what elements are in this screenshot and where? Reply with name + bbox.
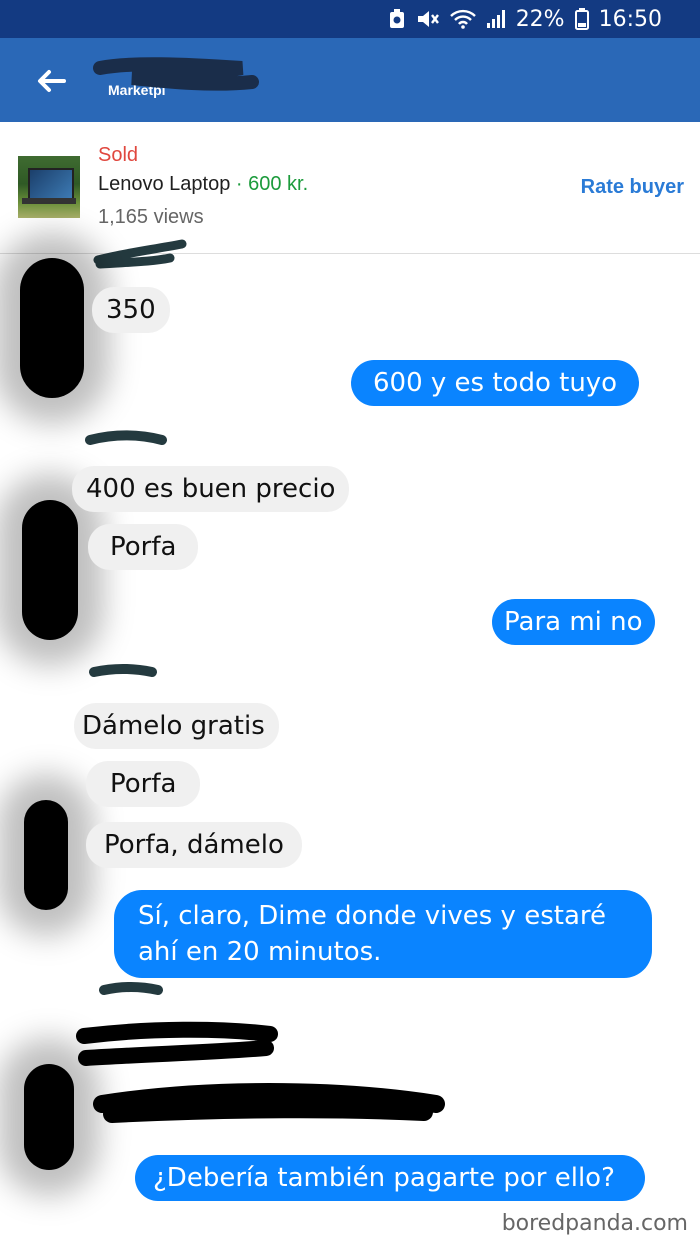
buyer-avatar[interactable]	[24, 1064, 74, 1170]
clock: 16:50	[598, 6, 662, 32]
redaction-scribble	[93, 57, 259, 91]
message-bubble: Porfa	[86, 761, 201, 807]
back-button[interactable]	[26, 56, 76, 106]
listing-card[interactable]: Sold Lenovo Laptop · 600 kr. 1,165 views…	[0, 122, 700, 254]
message-bubble: 400 es buen precio	[72, 466, 350, 512]
message-bubble: 350	[92, 287, 170, 333]
message-bubble: 600 y es todo tuyo	[351, 360, 640, 406]
laptop-screen	[28, 168, 74, 200]
redacted-name	[89, 664, 157, 677]
listing-title-line: Lenovo Laptop · 600 kr.	[98, 173, 308, 196]
back-arrow-icon	[38, 70, 66, 92]
listing-price: 600 kr.	[248, 173, 309, 195]
data-saver-icon	[388, 9, 406, 29]
redacted-name	[93, 239, 187, 269]
message-bubble: Porfa	[88, 524, 199, 570]
message-bubble: Dámelo gratis	[74, 703, 279, 749]
redacted-message	[93, 1083, 445, 1123]
mute-icon	[416, 9, 440, 29]
wifi-icon	[449, 9, 476, 29]
laptop-base	[22, 198, 76, 204]
redacted-message	[76, 1021, 278, 1066]
listing-views: 1,165 views	[98, 206, 204, 228]
redacted-name	[85, 430, 167, 445]
message-bubble: Porfa, dámelo	[86, 822, 302, 868]
listing-thumbnail[interactable]	[18, 156, 80, 218]
message-bubble: ¿Debería también pagarte por ello?	[135, 1155, 645, 1201]
battery-percent: 22%	[515, 6, 565, 32]
listing-status: Sold	[98, 144, 139, 166]
rate-buyer-button[interactable]: Rate buyer	[581, 176, 684, 199]
redacted-name	[99, 982, 163, 995]
message-bubble: Para mi no	[492, 599, 655, 645]
buyer-avatar[interactable]	[22, 500, 78, 640]
listing-title: Lenovo Laptop	[98, 173, 231, 195]
buyer-avatar[interactable]	[20, 258, 84, 398]
battery-icon	[574, 8, 589, 30]
status-bar: 22% 16:50	[0, 0, 700, 38]
watermark: boredpanda.com	[501, 1211, 688, 1236]
buyer-avatar[interactable]	[24, 800, 68, 910]
signal-icon	[486, 9, 506, 29]
message-bubble: Sí, claro, Dime donde vives y estaré ahí…	[114, 890, 652, 978]
listing-separator: ·	[230, 173, 249, 195]
status-icons: 22% 16:50	[388, 0, 662, 38]
app-bar: Marketpl	[0, 38, 700, 122]
